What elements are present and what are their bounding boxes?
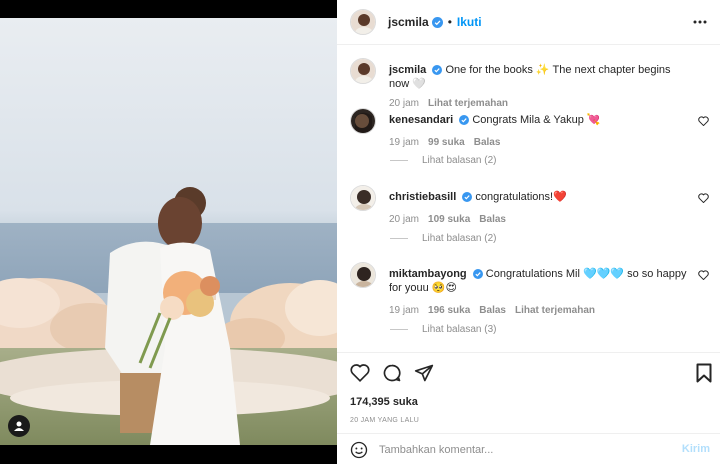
- emoji-icon[interactable]: [350, 441, 368, 464]
- view-replies[interactable]: Lihat balasan (2): [390, 155, 497, 166]
- reply-button[interactable]: Balas: [479, 213, 506, 227]
- comment-time[interactable]: 20 jam: [389, 213, 419, 227]
- post-photo[interactable]: [0, 18, 337, 445]
- reply-button[interactable]: Balas: [479, 304, 506, 318]
- verified-icon: [462, 192, 473, 202]
- post-time[interactable]: 20 JAM YANG LALU: [350, 417, 419, 424]
- comment-composer: Kirim: [337, 433, 720, 464]
- comment-item: christiebasill congratulations!❤️ 20 jam…: [350, 185, 715, 255]
- post-side-panel: jscmila • Ikuti jscmila One for the book…: [337, 0, 720, 464]
- comments-list[interactable]: jscmila One for the books ✨ The next cha…: [337, 46, 720, 352]
- comment-username[interactable]: miktambayong: [389, 268, 467, 280]
- reply-button[interactable]: Balas: [474, 136, 501, 150]
- author-username[interactable]: jscmila: [388, 15, 429, 29]
- post-media: [0, 0, 337, 464]
- header-separator: •: [447, 15, 452, 29]
- author-avatar[interactable]: [350, 58, 376, 84]
- verified-icon: [472, 269, 483, 279]
- comment-likes[interactable]: 196 suka: [428, 304, 470, 318]
- comment-item: kenesandari Congrats Mila & Yakup 💘 19 j…: [350, 108, 715, 178]
- translate-link[interactable]: Lihat terjemahan: [515, 304, 595, 318]
- caption-username[interactable]: jscmila: [389, 64, 426, 76]
- comment-time[interactable]: 19 jam: [389, 304, 419, 318]
- comment-icon[interactable]: [382, 363, 402, 388]
- bookmark-icon[interactable]: [696, 363, 712, 388]
- replies-divider: [390, 160, 408, 161]
- view-replies[interactable]: Lihat balasan (2): [390, 233, 497, 244]
- view-replies-label[interactable]: Lihat balasan (3): [422, 324, 497, 335]
- commenter-avatar[interactable]: [350, 185, 376, 211]
- comment-item: miktambayong Congratulations Mil 🩵🩵🩵 so …: [350, 262, 715, 347]
- caption-text: One for the books ✨ The next chapter beg…: [389, 64, 671, 90]
- view-replies-label[interactable]: Lihat balasan (2): [422, 155, 497, 166]
- replies-divider: [390, 329, 408, 330]
- commenter-avatar[interactable]: [350, 262, 376, 288]
- user-tag-icon[interactable]: [8, 415, 30, 437]
- likes-count[interactable]: 174,395 suka: [350, 396, 418, 408]
- view-replies[interactable]: Lihat balasan (3): [390, 324, 497, 335]
- verified-icon: [431, 16, 443, 28]
- heart-icon[interactable]: [350, 363, 370, 388]
- comment-username[interactable]: kenesandari: [389, 114, 453, 126]
- replies-divider: [390, 238, 408, 239]
- post-actions: 174,395 suka 20 JAM YANG LALU Kirim: [337, 352, 720, 464]
- comment-text: congratulations!❤️: [475, 191, 567, 203]
- comment-text: Congrats Mila & Yakup 💘: [472, 114, 601, 126]
- author-avatar[interactable]: [350, 9, 376, 35]
- verified-icon: [432, 65, 443, 75]
- post-comment-button[interactable]: Kirim: [682, 443, 710, 455]
- follow-button[interactable]: Ikuti: [457, 15, 482, 29]
- heart-icon[interactable]: [698, 193, 709, 203]
- comment-likes[interactable]: 109 suka: [428, 213, 470, 227]
- heart-icon[interactable]: [698, 270, 709, 280]
- commenter-avatar[interactable]: [350, 108, 376, 134]
- comment-time[interactable]: 19 jam: [389, 136, 419, 150]
- post-header: jscmila • Ikuti: [337, 0, 720, 45]
- comment-input[interactable]: [379, 440, 669, 460]
- verified-icon: [459, 115, 470, 125]
- caption: jscmila One for the books ✨ The next cha…: [350, 58, 715, 109]
- heart-icon[interactable]: [698, 116, 709, 126]
- comment-username[interactable]: christiebasill: [389, 191, 456, 203]
- more-icon[interactable]: [690, 12, 710, 32]
- share-icon[interactable]: [414, 363, 434, 388]
- comment-likes[interactable]: 99 suka: [428, 136, 465, 150]
- view-replies-label[interactable]: Lihat balasan (2): [422, 233, 497, 244]
